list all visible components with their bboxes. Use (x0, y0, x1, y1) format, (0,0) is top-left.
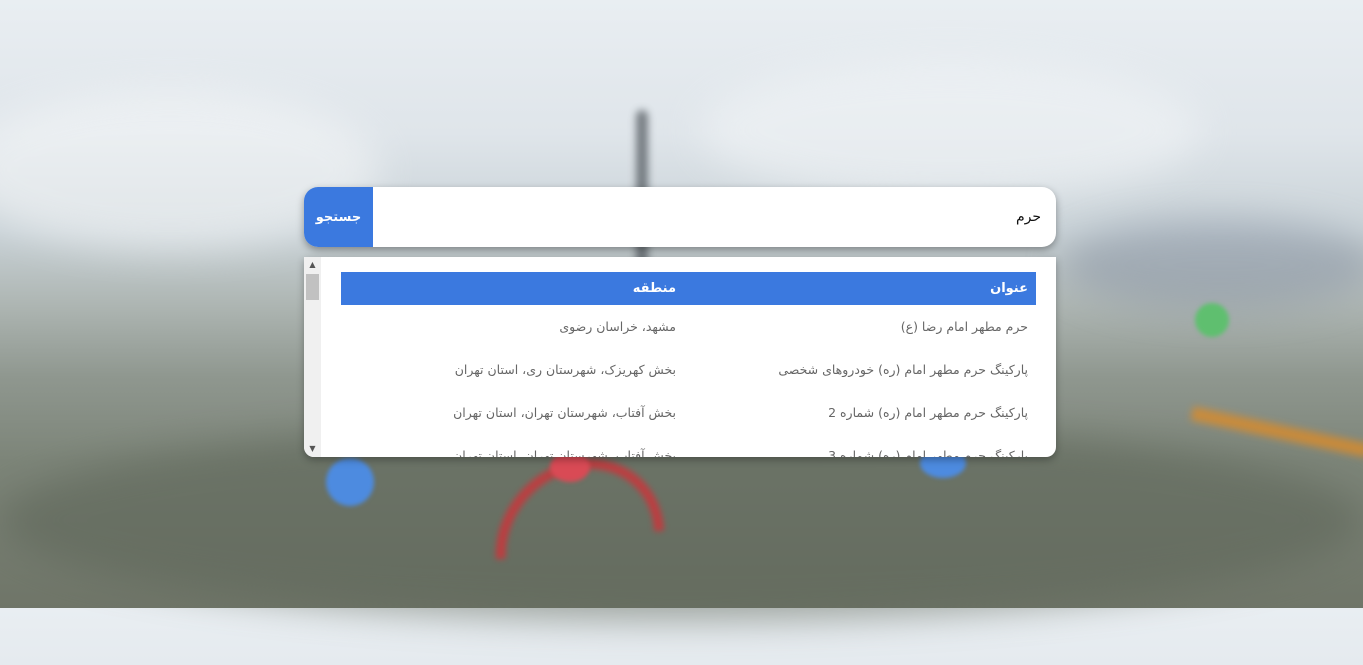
map-pin-blue (326, 458, 374, 506)
route-line-orange (1190, 406, 1363, 458)
route-line-red (460, 424, 700, 665)
column-header-region: منطقه (632, 281, 676, 296)
results-table: عنوان منطقه حرم مطهر امام رضا (ع) مشهد، … (341, 272, 1036, 457)
result-title: پارکینگ حرم مطهر امام (ره) شماره 2 (828, 405, 1028, 420)
sky-cloud (700, 60, 1200, 200)
search-results-dropdown: ▲ ▼ عنوان منطقه حرم مطهر امام رضا (ع) مش… (304, 257, 1056, 457)
table-row[interactable]: پارکینگ حرم مطهر امام (ره) خودروهای شخصی… (341, 348, 1036, 391)
column-header-title: عنوان (990, 281, 1028, 296)
search-button[interactable]: جستجو (304, 187, 373, 247)
scroll-down-arrow-icon[interactable]: ▼ (304, 441, 321, 457)
result-region: بخش آفتاب، شهرستان تهران، استان تهران (453, 405, 676, 420)
table-row[interactable]: حرم مطهر امام رضا (ع) مشهد، خراسان رضوی (341, 305, 1036, 348)
mountain-shape (1060, 220, 1363, 310)
table-row[interactable]: پارکینگ حرم مطهر امام (ره) شماره 3 بخش آ… (341, 434, 1036, 457)
result-region: بخش آفتاب، شهرستان تهران، استان تهران (453, 448, 676, 457)
table-row[interactable]: پارکینگ حرم مطهر امام (ره) شماره 2 بخش آ… (341, 391, 1036, 434)
scroll-up-arrow-icon[interactable]: ▲ (304, 257, 321, 273)
result-title: پارکینگ حرم مطهر امام (ره) شماره 3 (828, 448, 1028, 457)
result-region: مشهد، خراسان رضوی (559, 319, 676, 334)
result-title: حرم مطهر امام رضا (ع) (900, 319, 1028, 334)
result-title: پارکینگ حرم مطهر امام (ره) خودروهای شخصی (778, 362, 1028, 377)
search-input[interactable] (373, 187, 1049, 247)
map-pin-green (1195, 303, 1229, 337)
search-bar: جستجو (304, 187, 1056, 247)
table-header: عنوان منطقه (341, 272, 1036, 305)
results-scrollbar[interactable]: ▲ ▼ (304, 257, 321, 457)
result-region: بخش کهریزک، شهرستان ری، استان تهران (454, 362, 676, 377)
scroll-thumb[interactable] (306, 274, 319, 300)
